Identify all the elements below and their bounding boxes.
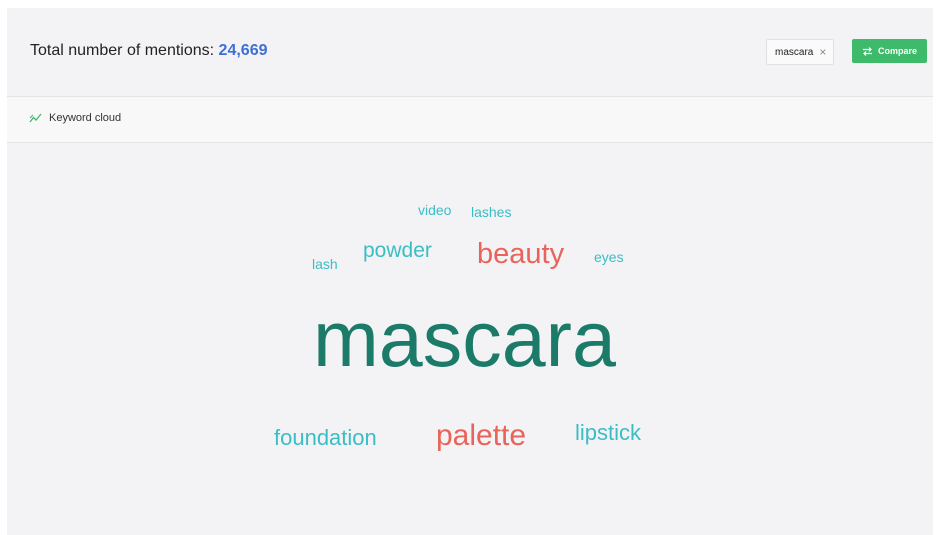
cloud-word-powder: powder [363,239,432,262]
keyword-chip[interactable]: mascara × [766,39,834,65]
cloud-word-mascara: mascara [313,294,616,383]
swap-arrows-icon [862,46,872,56]
section-header: Keyword cloud [7,97,933,143]
cloud-word-lash: lash [312,256,338,272]
cloud-word-beauty: beauty [477,238,565,270]
cloud-word-eyes: eyes [594,249,624,265]
keyword-cloud: video lashes lash powder beauty eyes mas… [7,143,933,535]
section-title: Keyword cloud [49,112,122,124]
cloud-word-video: video [418,202,452,218]
cloud-word-palette: palette [436,419,527,452]
mentions-summary: Total number of mentions: 24,669 [30,42,267,60]
compare-button[interactable]: Compare [852,39,927,63]
cloud-word-foundation: foundation [274,425,377,450]
mentions-label: Total number of mentions: [30,42,215,59]
keyword-chip-label: mascara [775,46,814,58]
mentions-count: 24,669 [218,42,268,59]
compare-label: Compare [877,46,917,56]
app-frame: Total number of mentions: 24,669 mascara… [7,8,933,535]
close-icon[interactable]: × [819,46,826,58]
trend-line-icon [29,113,42,123]
cloud-word-lashes: lashes [471,204,512,220]
cloud-word-lipstick: lipstick [575,420,642,445]
header-bar: Total number of mentions: 24,669 mascara… [7,8,933,97]
